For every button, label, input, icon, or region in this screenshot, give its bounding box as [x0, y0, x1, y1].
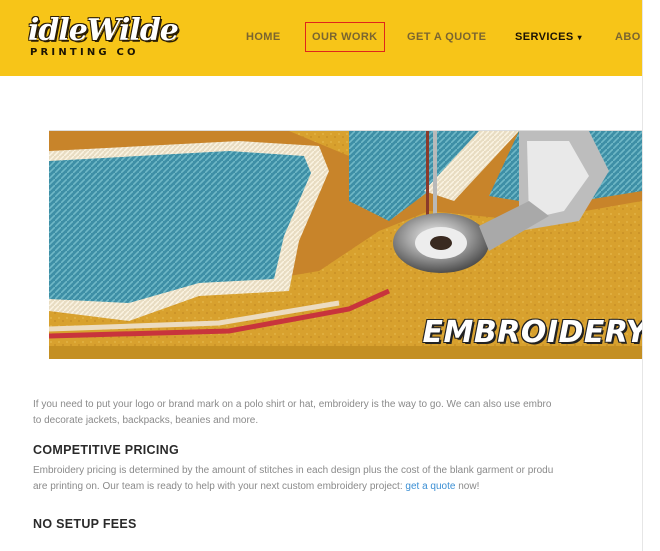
pricing-line-2: are printing on. Our team is ready to he…: [33, 479, 642, 495]
pricing-line-2-end: now!: [458, 481, 480, 492]
nav-services[interactable]: SERVICES ▾: [515, 22, 582, 52]
nav-home[interactable]: HOME: [246, 22, 281, 52]
heading-no-setup-fees: NO SETUP FEES: [33, 517, 137, 531]
hero-label: EMBROIDERY: [422, 315, 642, 350]
page-scrollbar[interactable]: [642, 0, 660, 551]
pricing-paragraph: Embroidery pricing is determined by the …: [33, 463, 642, 495]
get-a-quote-link[interactable]: get a quote: [405, 481, 455, 492]
page-content: If you need to put your logo or brand ma…: [33, 397, 642, 531]
intro-line-2: to decorate jackets, backpacks, beanies …: [33, 415, 259, 426]
nav-get-a-quote[interactable]: GET A QUOTE: [407, 22, 486, 52]
chevron-down-icon: ▾: [577, 33, 583, 42]
browser-viewport: idleWilde PRINTING CO HOME OUR WORK GET …: [0, 0, 642, 551]
pricing-line-2-text: are printing on. Our team is ready to he…: [33, 481, 403, 492]
site-header: idleWilde PRINTING CO HOME OUR WORK GET …: [0, 0, 642, 76]
intro-line-1: If you need to put your logo or brand ma…: [33, 399, 552, 410]
main-nav: HOME OUR WORK GET A QUOTE SERVICES ▾ ABO: [0, 22, 642, 52]
intro-paragraph: If you need to put your logo or brand ma…: [33, 397, 642, 429]
pricing-line-1: Embroidery pricing is determined by the …: [33, 465, 554, 476]
nav-our-work[interactable]: OUR WORK: [305, 22, 385, 52]
heading-competitive-pricing: COMPETITIVE PRICING: [33, 443, 179, 457]
nav-services-label: SERVICES: [515, 31, 574, 43]
nav-about[interactable]: ABO: [615, 22, 641, 52]
hero-image: EMBROIDERY: [49, 130, 642, 359]
